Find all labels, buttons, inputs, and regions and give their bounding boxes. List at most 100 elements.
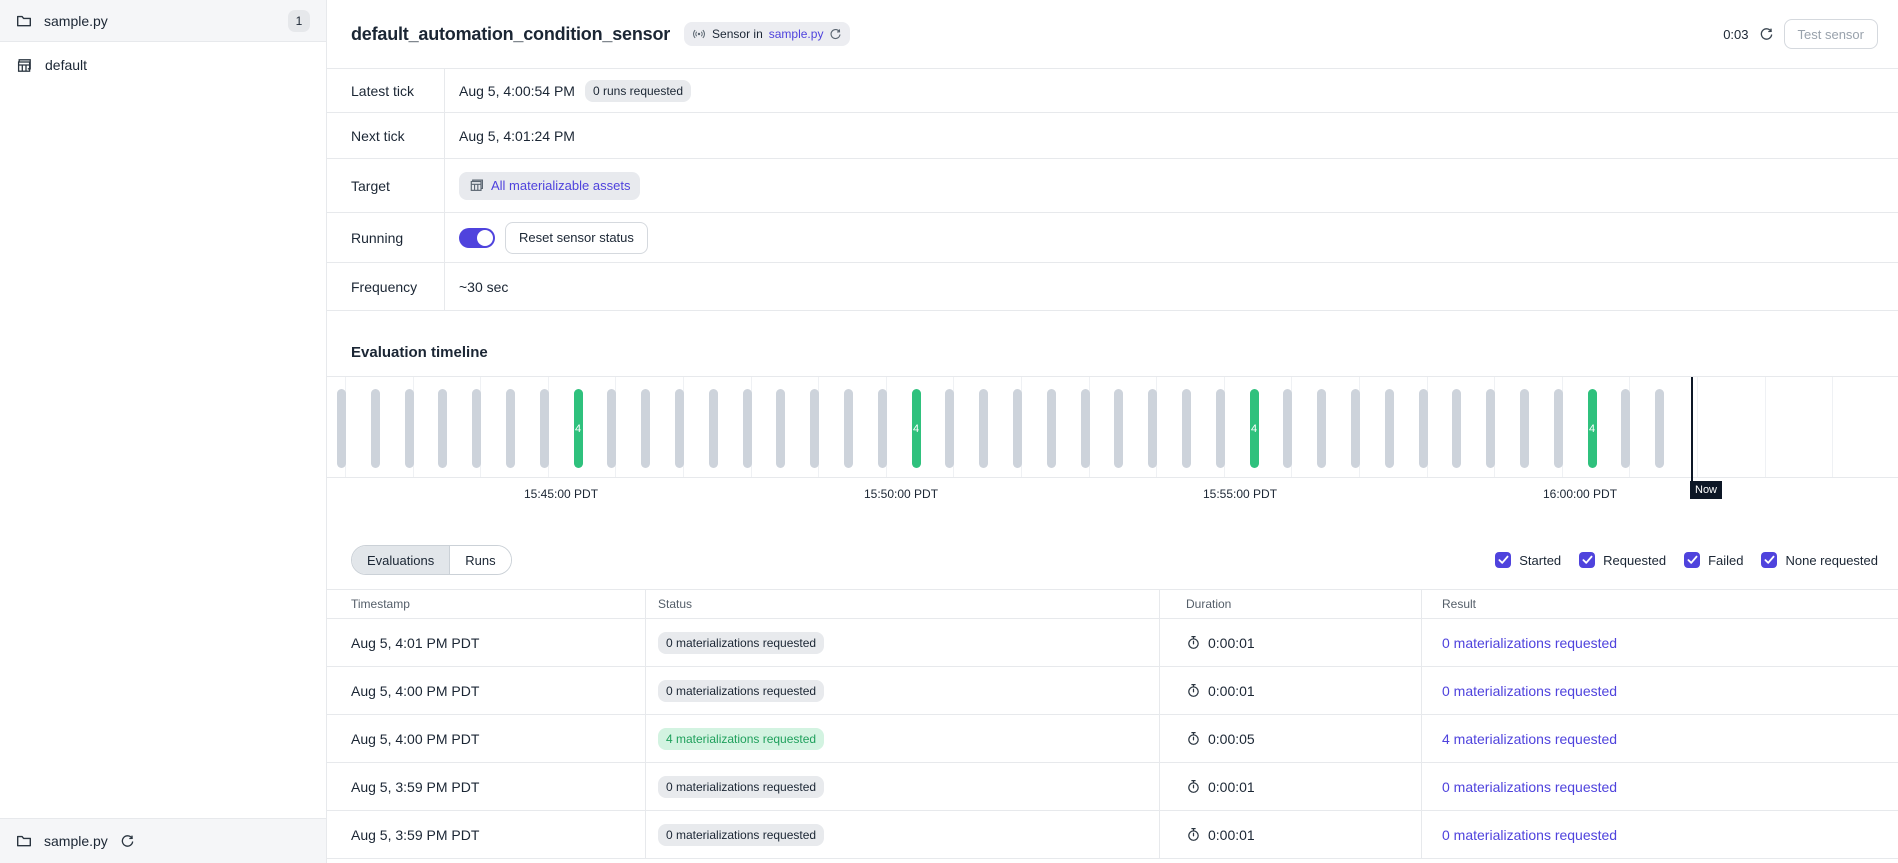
- timeline-bar-none-requested[interactable]: [1317, 389, 1326, 468]
- result-cell: 0 materializations requested: [1422, 763, 1898, 810]
- timeline-bar-none-requested[interactable]: [607, 389, 616, 468]
- result-cell: 0 materializations requested: [1422, 619, 1898, 666]
- timeline-bar-none-requested[interactable]: [1351, 389, 1360, 468]
- timeline-bar-requested[interactable]: 4: [1250, 389, 1259, 468]
- timeline-bar-none-requested[interactable]: [405, 389, 414, 468]
- timeline-plot: 4 4 4 4: [327, 376, 1898, 478]
- timeline-bar-none-requested[interactable]: [979, 389, 988, 468]
- page-title: default_automation_condition_sensor: [351, 24, 670, 45]
- timeline-bar-requested[interactable]: 4: [912, 389, 921, 468]
- info-value: All materializable assets: [445, 172, 640, 200]
- result-link[interactable]: 0 materializations requested: [1442, 827, 1617, 843]
- timeline-bar-none-requested[interactable]: [776, 389, 785, 468]
- result-link[interactable]: 0 materializations requested: [1442, 683, 1617, 699]
- test-sensor-button[interactable]: Test sensor: [1784, 19, 1878, 49]
- toggle-knob: [477, 230, 493, 246]
- checkbox-checked[interactable]: [1579, 552, 1595, 568]
- checkbox-checked[interactable]: [1684, 552, 1700, 568]
- timeline-bar-none-requested[interactable]: [1283, 389, 1292, 468]
- sidebar-footer-sample-py[interactable]: sample.py: [0, 818, 326, 863]
- timeline-bar-none-requested[interactable]: [743, 389, 752, 468]
- checkbox-checked[interactable]: [1495, 552, 1511, 568]
- timeline-bar-none-requested[interactable]: [1216, 389, 1225, 468]
- sidebar-item-default[interactable]: default: [0, 42, 326, 88]
- sensor-location-link[interactable]: sample.py: [769, 27, 824, 41]
- info-label: Running: [327, 213, 445, 262]
- item-count-badge: 1: [288, 10, 310, 32]
- refresh-icon[interactable]: [1759, 27, 1774, 42]
- timeline-bar-none-requested[interactable]: [878, 389, 887, 468]
- sidebar-item-sample-py[interactable]: sample.py 1: [0, 0, 326, 42]
- timeline-bar-none-requested[interactable]: [844, 389, 853, 468]
- timeline-bar-none-requested[interactable]: [1419, 389, 1428, 468]
- filter-requested[interactable]: Requested: [1579, 552, 1666, 568]
- repo-icon: [16, 57, 33, 74]
- timeline-bar-none-requested[interactable]: [1520, 389, 1529, 468]
- timeline-bar-none-requested[interactable]: [1554, 389, 1563, 468]
- timeline-bar-none-requested[interactable]: [540, 389, 549, 468]
- timeline-bar-none-requested[interactable]: [1013, 389, 1022, 468]
- view-tabs: Evaluations Runs: [351, 545, 512, 575]
- timeline-bar-none-requested[interactable]: [1114, 389, 1123, 468]
- timeline-bar-none-requested[interactable]: [945, 389, 954, 468]
- status-badge: 0 materializations requested: [658, 680, 824, 702]
- tab-evaluations[interactable]: Evaluations: [352, 546, 450, 574]
- tab-runs[interactable]: Runs: [450, 546, 510, 574]
- sensor-icon: [692, 27, 706, 41]
- axis-tick-label: 15:55:00 PDT: [1203, 487, 1277, 501]
- timeline-bar-none-requested[interactable]: [1385, 389, 1394, 468]
- evaluation-timeline-heading: Evaluation timeline: [351, 344, 1898, 362]
- result-link[interactable]: 0 materializations requested: [1442, 779, 1617, 795]
- reset-sensor-status-button[interactable]: Reset sensor status: [505, 222, 648, 254]
- timestamp-text: Aug 5, 4:01 PM PDT: [351, 635, 479, 651]
- filter-label: Requested: [1603, 553, 1666, 568]
- target-chip[interactable]: All materializable assets: [459, 172, 640, 200]
- info-label-text: Next tick: [351, 128, 405, 144]
- timeline-bar-none-requested[interactable]: [337, 389, 346, 468]
- filter-started[interactable]: Started: [1495, 552, 1561, 568]
- timeline-bar-none-requested[interactable]: [1486, 389, 1495, 468]
- result-link[interactable]: 4 materializations requested: [1442, 731, 1617, 747]
- table-row: Aug 5, 3:59 PM PDT 0 materializations req…: [327, 763, 1898, 811]
- timeline-bar-none-requested[interactable]: [641, 389, 650, 468]
- timeline-bar-none-requested[interactable]: [1655, 389, 1664, 468]
- next-tick-value: Aug 5, 4:01:24 PM: [459, 128, 575, 144]
- timeline-bar-none-requested[interactable]: [1148, 389, 1157, 468]
- timestamp-cell: Aug 5, 3:59 PM PDT: [327, 811, 646, 858]
- timeline-bar-none-requested[interactable]: [1047, 389, 1056, 468]
- duration-text: 0:00:05: [1208, 731, 1255, 747]
- sidebar: sample.py 1 default sample.py: [0, 0, 327, 863]
- timeline-bar-none-requested[interactable]: [1452, 389, 1461, 468]
- sidebar-item-label: default: [45, 57, 87, 73]
- status-cell: 0 materializations requested: [646, 811, 1160, 858]
- timestamp-text: Aug 5, 3:59 PM PDT: [351, 779, 479, 795]
- column-header-result: Result: [1422, 590, 1898, 618]
- tick-countdown: 0:03: [1723, 27, 1748, 42]
- stopwatch-icon: [1186, 779, 1201, 794]
- checkbox-checked[interactable]: [1761, 552, 1777, 568]
- reload-icon[interactable]: [829, 28, 842, 41]
- status-badge: 4 materializations requested: [658, 728, 824, 750]
- timeline-bar-none-requested[interactable]: [438, 389, 447, 468]
- timeline-bar-none-requested[interactable]: [1081, 389, 1090, 468]
- status-badge: 0 materializations requested: [658, 776, 824, 798]
- reload-location-icon[interactable]: [120, 834, 135, 849]
- timeline-bar-none-requested[interactable]: [472, 389, 481, 468]
- timeline-bar-requested[interactable]: 4: [574, 389, 583, 468]
- filter-failed[interactable]: Failed: [1684, 552, 1743, 568]
- timeline-bar-requested[interactable]: 4: [1588, 389, 1597, 468]
- timeline-bar-none-requested[interactable]: [709, 389, 718, 468]
- filter-none-requested[interactable]: None requested: [1761, 552, 1878, 568]
- main-panel: default_automation_condition_sensor Sens…: [327, 0, 1898, 863]
- result-link[interactable]: 0 materializations requested: [1442, 635, 1617, 651]
- info-label: Target: [327, 159, 445, 212]
- timeline-bar-none-requested[interactable]: [1182, 389, 1191, 468]
- timeline-bar-none-requested[interactable]: [506, 389, 515, 468]
- running-toggle[interactable]: [459, 228, 495, 248]
- info-row-latest-tick: Latest tickAug 5, 4:00:54 PM0 runs reque…: [327, 69, 1898, 113]
- status-filters: Started Requested Failed None requested: [1495, 552, 1878, 568]
- timeline-bar-none-requested[interactable]: [1621, 389, 1630, 468]
- timeline-bar-none-requested[interactable]: [810, 389, 819, 468]
- timeline-bar-none-requested[interactable]: [675, 389, 684, 468]
- timeline-bar-none-requested[interactable]: [371, 389, 380, 468]
